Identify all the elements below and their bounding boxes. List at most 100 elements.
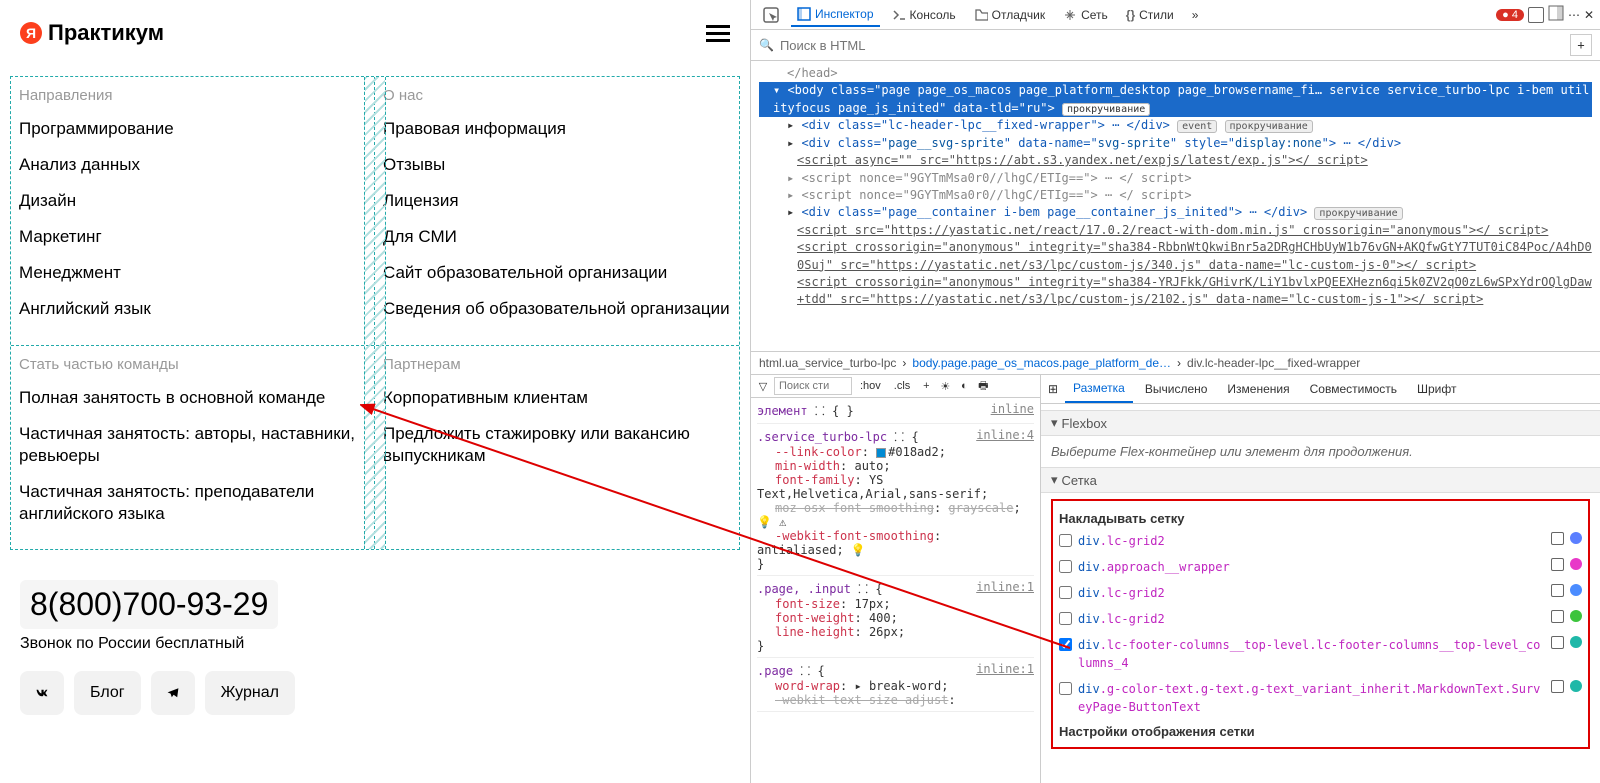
grid-overlay-item[interactable]: div.g-color-text.g-text.g-text_variant_i… xyxy=(1059,676,1582,720)
grid-overlay-item[interactable]: div.lc-grid2 xyxy=(1059,528,1582,554)
more-icon[interactable]: ⋯ xyxy=(1568,8,1580,22)
footer-link[interactable]: Для СМИ xyxy=(383,226,731,248)
dom-node[interactable]: <script src="https://yastatic.net/react/… xyxy=(759,222,1592,239)
dom-node[interactable]: </head> xyxy=(759,65,1592,82)
color-swatch[interactable] xyxy=(1570,532,1582,544)
footer-link[interactable]: Дизайн xyxy=(19,190,366,212)
hov-toggle[interactable]: :hov xyxy=(855,377,886,395)
tab-computed[interactable]: Вычислено xyxy=(1137,376,1216,402)
grid-checkbox[interactable] xyxy=(1059,534,1072,547)
styles-search-input[interactable] xyxy=(774,377,852,395)
tab-network[interactable]: Сеть xyxy=(1057,4,1114,26)
tab-inspector[interactable]: Инспектор xyxy=(791,3,880,27)
flexbox-section-head[interactable]: ▾ Flexbox xyxy=(1041,410,1600,436)
dom-node[interactable]: <script crossorigin="anonymous" integrit… xyxy=(759,239,1592,274)
grid-toggle-icon[interactable] xyxy=(1551,532,1564,545)
footer-link[interactable]: Корпоративным клиентам xyxy=(383,387,731,409)
color-swatch[interactable] xyxy=(1570,558,1582,570)
tab-styles[interactable]: {}Стили xyxy=(1120,4,1180,26)
grid-section-head[interactable]: ▾ Сетка xyxy=(1041,467,1600,493)
grid-overlay-item[interactable]: div.lc-grid2 xyxy=(1059,580,1582,606)
color-swatch[interactable] xyxy=(1570,584,1582,596)
footer-link[interactable]: Менеджмент xyxy=(19,262,366,284)
dom-node[interactable]: ▸ <div class="page__svg-sprite" data-nam… xyxy=(759,135,1592,152)
dom-node[interactable]: <script crossorigin="anonymous" integrit… xyxy=(759,274,1592,309)
contrast-icon[interactable]: ◐ xyxy=(956,378,972,394)
journal-button[interactable]: Журнал xyxy=(205,671,295,715)
tab-layout[interactable]: Разметка xyxy=(1065,375,1133,403)
dock-icon[interactable] xyxy=(1548,5,1564,24)
footer-link[interactable]: Лицензия xyxy=(383,190,731,212)
light-mode-icon[interactable]: ☀ xyxy=(937,378,953,394)
tabs-more-icon[interactable]: » xyxy=(1186,4,1205,26)
tab-fonts[interactable]: Шрифт xyxy=(1409,376,1464,402)
print-icon[interactable]: 🖶 xyxy=(975,378,991,394)
footer-link[interactable]: Анализ данных xyxy=(19,154,366,176)
add-element-button[interactable]: + xyxy=(1570,34,1592,56)
telegram-button[interactable] xyxy=(151,671,195,715)
html-search-bar: 🔍 + xyxy=(751,30,1600,61)
phone-subtitle: Звонок по России бесплатный xyxy=(20,635,740,653)
color-swatch[interactable] xyxy=(1570,636,1582,648)
grid-checkbox[interactable] xyxy=(1059,638,1072,651)
color-swatch[interactable] xyxy=(1570,610,1582,622)
footer-link[interactable]: Английский язык xyxy=(19,298,366,320)
dom-node[interactable]: ▸ <div class="lc-header-lpc__fixed-wrapp… xyxy=(759,117,1592,135)
tab-compat[interactable]: Совместимость xyxy=(1302,376,1405,402)
dom-node-selected[interactable]: ▾ <body class="page page_os_macos page_p… xyxy=(759,82,1592,117)
footer-link[interactable]: Отзывы xyxy=(383,154,731,176)
grid-toggle-icon[interactable] xyxy=(1551,636,1564,649)
grid-toggle-icon[interactable] xyxy=(1551,610,1564,623)
phone-number[interactable]: 8(800)700-93-29 xyxy=(20,580,278,629)
breadcrumb-item[interactable]: html.ua_service_turbo-lpc xyxy=(759,356,896,370)
footer-link[interactable]: Полная занятость в основной команде xyxy=(19,387,366,409)
cls-toggle[interactable]: .cls xyxy=(889,377,916,395)
grid-toggle-icon[interactable] xyxy=(1551,584,1564,597)
footer-link[interactable]: Программирование xyxy=(19,118,366,140)
css-rule: inline элемент ⸬ { } xyxy=(757,402,1034,424)
responsive-icon[interactable] xyxy=(1528,7,1544,23)
dom-node[interactable]: ▸ <script nonce="9GYTmMsa0r0//lhgC/ETIg=… xyxy=(759,187,1592,204)
error-badge[interactable]: ● 4 xyxy=(1496,9,1524,21)
grid-checkbox[interactable] xyxy=(1059,612,1072,625)
html-search-input[interactable] xyxy=(780,38,1564,53)
element-picker-icon[interactable] xyxy=(757,3,785,27)
grid-toggle-icon[interactable] xyxy=(1551,680,1564,693)
grid-toggle-icon[interactable] xyxy=(1551,558,1564,571)
footer-link[interactable]: Сведения об образовательной организации xyxy=(383,298,731,320)
grid-checkbox[interactable] xyxy=(1059,682,1072,695)
css-rule: inline:4 .service_turbo-lpc ⸬ { --link-c… xyxy=(757,428,1034,576)
layout-expand-icon[interactable]: ⊞ xyxy=(1045,381,1061,397)
dom-node[interactable]: ▸ <script nonce="9GYTmMsa0r0//lhgC/ETIg=… xyxy=(759,170,1592,187)
grid-overlay-item[interactable]: div.lc-grid2 xyxy=(1059,606,1582,632)
col-header: Партнерам xyxy=(383,356,731,373)
tab-console[interactable]: Консоль xyxy=(886,4,962,26)
breadcrumb-item[interactable]: body.page.page_os_macos.page_platform_de… xyxy=(912,356,1171,370)
footer-link[interactable]: Правовая информация xyxy=(383,118,731,140)
tab-debugger[interactable]: Отладчик xyxy=(968,4,1051,26)
site-logo[interactable]: Я Практикум xyxy=(20,20,164,46)
breadcrumb-item[interactable]: div.lc-header-lpc__fixed-wrapper xyxy=(1187,356,1360,370)
grid-overlay-item[interactable]: div.approach__wrapper xyxy=(1059,554,1582,580)
css-rules[interactable]: inline элемент ⸬ { } inline:4 .service_t… xyxy=(751,398,1040,783)
grid-overlay-item-checked[interactable]: div.lc-footer-columns__top-level.lc-foot… xyxy=(1059,632,1582,676)
tab-changes[interactable]: Изменения xyxy=(1219,376,1297,402)
footer-link[interactable]: Сайт образовательной организации xyxy=(383,262,731,284)
blog-button[interactable]: Блог xyxy=(74,671,141,715)
add-rule-icon[interactable]: + xyxy=(918,378,934,394)
close-icon[interactable]: ✕ xyxy=(1584,8,1594,22)
footer-link[interactable]: Частичная занятость: авторы, наставники,… xyxy=(19,423,366,467)
dom-breadcrumb[interactable]: html.ua_service_turbo-lpc › body.page.pa… xyxy=(751,351,1600,375)
grid-checkbox[interactable] xyxy=(1059,560,1072,573)
vk-button[interactable] xyxy=(20,671,64,715)
dom-node[interactable]: ▸ <div class="page__container i-bem page… xyxy=(759,204,1592,222)
col-header: О нас xyxy=(383,87,731,104)
grid-checkbox[interactable] xyxy=(1059,586,1072,599)
footer-link[interactable]: Маркетинг xyxy=(19,226,366,248)
dom-node[interactable]: <script async="" src="https://abt.s3.yan… xyxy=(759,152,1592,169)
dom-tree[interactable]: </head> ▾ <body class="page page_os_maco… xyxy=(751,61,1600,351)
color-swatch[interactable] xyxy=(1570,680,1582,692)
footer-link[interactable]: Частичная занятость: преподаватели англи… xyxy=(19,481,366,525)
hamburger-menu-icon[interactable] xyxy=(706,25,730,42)
footer-link[interactable]: Предложить стажировку или вакансию выпус… xyxy=(383,423,731,467)
